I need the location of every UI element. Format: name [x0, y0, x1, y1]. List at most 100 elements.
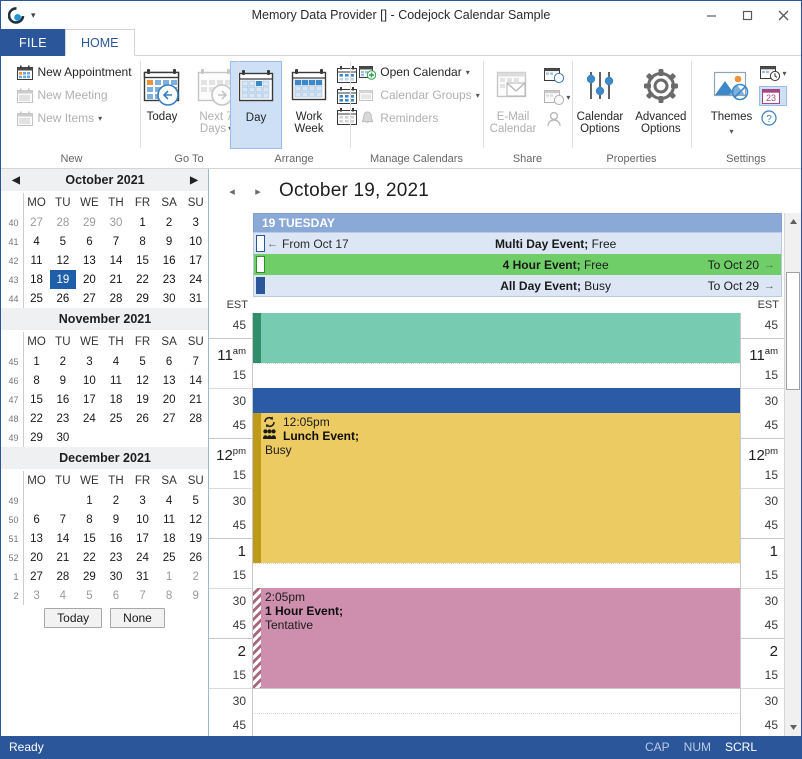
chevron-down-icon[interactable]: ▾ [476, 91, 480, 100]
mini-calendar-day[interactable]: 30 [103, 567, 130, 586]
today-nav-button[interactable]: Today [44, 608, 103, 628]
advanced-options-button[interactable]: Advanced Options [630, 61, 691, 149]
calendar-options-button[interactable]: Calendar Options [572, 61, 629, 149]
minimize-button[interactable] [693, 1, 729, 29]
mini-calendar-day[interactable]: 1 [23, 352, 50, 371]
mini-calendar-day[interactable]: 11 [103, 371, 130, 390]
mini-calendar-day[interactable]: 17 [76, 390, 103, 409]
mini-calendar-day[interactable]: 3 [23, 586, 50, 605]
calendar-event[interactable] [253, 313, 740, 363]
mini-calendar-day[interactable]: 9 [103, 510, 130, 529]
appointment-area[interactable]: 12:05pm Lunch Event; Busy 2:05pm 1 Hour Even… [253, 313, 740, 736]
mini-calendar-day[interactable]: 12 [50, 251, 77, 270]
mini-calendar-day[interactable]: 10 [129, 510, 156, 529]
week-number[interactable]: 45 [1, 352, 24, 371]
mini-calendar-day[interactable]: 28 [182, 409, 208, 428]
all-day-event[interactable]: 4 Hour Event; Free To Oct 20 → [254, 254, 781, 275]
calendar-event[interactable] [253, 388, 740, 413]
mini-calendar-day[interactable]: 16 [50, 390, 77, 409]
mini-calendar-day[interactable]: 9 [156, 232, 183, 251]
mini-calendar-day[interactable]: 10 [182, 232, 208, 251]
week-number[interactable]: 1 [1, 567, 24, 586]
mini-calendar-day[interactable]: 29 [23, 428, 50, 447]
mini-calendar-day[interactable]: 4 [50, 586, 77, 605]
day-header[interactable]: 19 TUESDAY [253, 213, 782, 232]
mini-calendar-day[interactable]: 31 [182, 289, 208, 308]
mini-calendar-day[interactable]: 13 [156, 371, 183, 390]
date-23-icon[interactable]: 23 [759, 86, 787, 106]
mini-calendar-day[interactable]: 15 [23, 390, 50, 409]
mini-calendar-day[interactable]: 1 [129, 213, 156, 232]
mini-calendar-day[interactable]: 9 [182, 586, 208, 605]
mini-calendar-day[interactable]: 8 [76, 510, 103, 529]
next-day-button[interactable]: ▸ [247, 178, 269, 204]
week-number[interactable]: 47 [1, 390, 24, 409]
mini-calendar-day[interactable]: 8 [129, 232, 156, 251]
week-number[interactable]: 50 [1, 510, 24, 529]
mini-calendar-day[interactable]: 12 [182, 510, 208, 529]
calendar-event[interactable]: 2:05pm 1 Hour Event; Tentative [253, 588, 740, 688]
all-day-event[interactable]: ← From Oct 17 Multi Day Event; Free [254, 233, 781, 254]
calendar-groups-button[interactable]: Calendar Groups ▾ [355, 84, 483, 106]
mini-calendar-day[interactable]: 5 [182, 491, 208, 510]
mini-calendar-day[interactable]: 6 [103, 586, 130, 605]
mini-calendar-day[interactable]: 15 [129, 251, 156, 270]
mini-calendar-day[interactable]: 7 [103, 232, 130, 251]
mini-calendar-day[interactable]: 23 [50, 409, 77, 428]
mini-calendar-day[interactable]: 4 [103, 352, 130, 371]
mini-calendar-day[interactable]: 16 [103, 529, 130, 548]
mini-calendar-day[interactable]: 22 [23, 409, 50, 428]
chevron-down-icon[interactable]: ▾ [566, 93, 570, 102]
mini-calendar-day[interactable]: 5 [50, 232, 77, 251]
previous-day-button[interactable]: ◂ [221, 178, 243, 204]
scroll-up-button[interactable] [785, 213, 801, 230]
mini-calendar-day[interactable]: 28 [50, 213, 77, 232]
mini-calendar-day[interactable]: 8 [23, 371, 50, 390]
mini-calendar-day[interactable]: 30 [103, 213, 130, 232]
mini-calendar-day[interactable]: 19 [129, 390, 156, 409]
close-button[interactable] [765, 1, 801, 29]
mini-calendar-day[interactable]: 31 [129, 567, 156, 586]
mini-calendar-day[interactable]: 25 [103, 409, 130, 428]
mini-calendar-day[interactable]: 2 [156, 213, 183, 232]
mini-calendar-day[interactable]: 23 [103, 548, 130, 567]
mini-calendar-day[interactable]: 20 [76, 270, 103, 289]
tab-home[interactable]: HOME [65, 29, 135, 56]
week-number[interactable]: 44 [1, 289, 24, 308]
week-number[interactable]: 42 [1, 251, 24, 270]
mini-calendar-day[interactable]: 7 [182, 352, 208, 371]
mini-calendar-day[interactable]: 29 [76, 213, 103, 232]
mini-calendar-day[interactable]: 27 [156, 409, 183, 428]
qat-dropdown-icon[interactable]: ▾ [31, 10, 36, 20]
week-number[interactable]: 2 [1, 586, 24, 605]
mini-calendar-day[interactable]: 25 [156, 548, 183, 567]
mini-calendar-day[interactable]: 18 [156, 529, 183, 548]
mini-calendar-day[interactable]: 6 [156, 352, 183, 371]
mini-calendar-day[interactable]: 26 [182, 548, 208, 567]
mini-calendar-day[interactable]: 13 [76, 251, 103, 270]
week-number[interactable]: 51 [1, 529, 24, 548]
vertical-scrollbar[interactable] [784, 213, 801, 736]
today-button[interactable]: Today [136, 61, 188, 149]
mini-calendar-day[interactable]: 24 [76, 409, 103, 428]
mini-calendar-day[interactable]: 13 [23, 529, 50, 548]
mini-calendar-day[interactable]: 27 [23, 567, 50, 586]
mini-calendar-day[interactable]: 21 [50, 548, 77, 567]
mini-calendar-day[interactable]: 22 [129, 270, 156, 289]
mini-calendar-day[interactable]: 21 [103, 270, 130, 289]
scrollbar-thumb[interactable] [786, 272, 800, 390]
mini-calendar-day[interactable]: 27 [23, 213, 50, 232]
mini-calendar-day[interactable]: 14 [50, 529, 77, 548]
mini-calendar-prev-button[interactable]: ◀ [5, 169, 27, 191]
scheduling-icon[interactable]: ▾ [759, 63, 787, 83]
mini-calendar-day[interactable]: 6 [76, 232, 103, 251]
mini-calendar-day[interactable]: 17 [182, 251, 208, 270]
mini-calendar-day[interactable]: 1 [156, 567, 183, 586]
mini-calendar-day[interactable]: 6 [23, 510, 50, 529]
scroll-down-button[interactable] [785, 719, 801, 736]
mini-calendar-day[interactable]: 27 [76, 289, 103, 308]
tab-file[interactable]: FILE [1, 29, 65, 56]
mini-calendar-day[interactable]: 20 [156, 390, 183, 409]
chevron-down-icon[interactable]: ▾ [782, 69, 786, 78]
week-number[interactable]: 49 [1, 491, 24, 510]
